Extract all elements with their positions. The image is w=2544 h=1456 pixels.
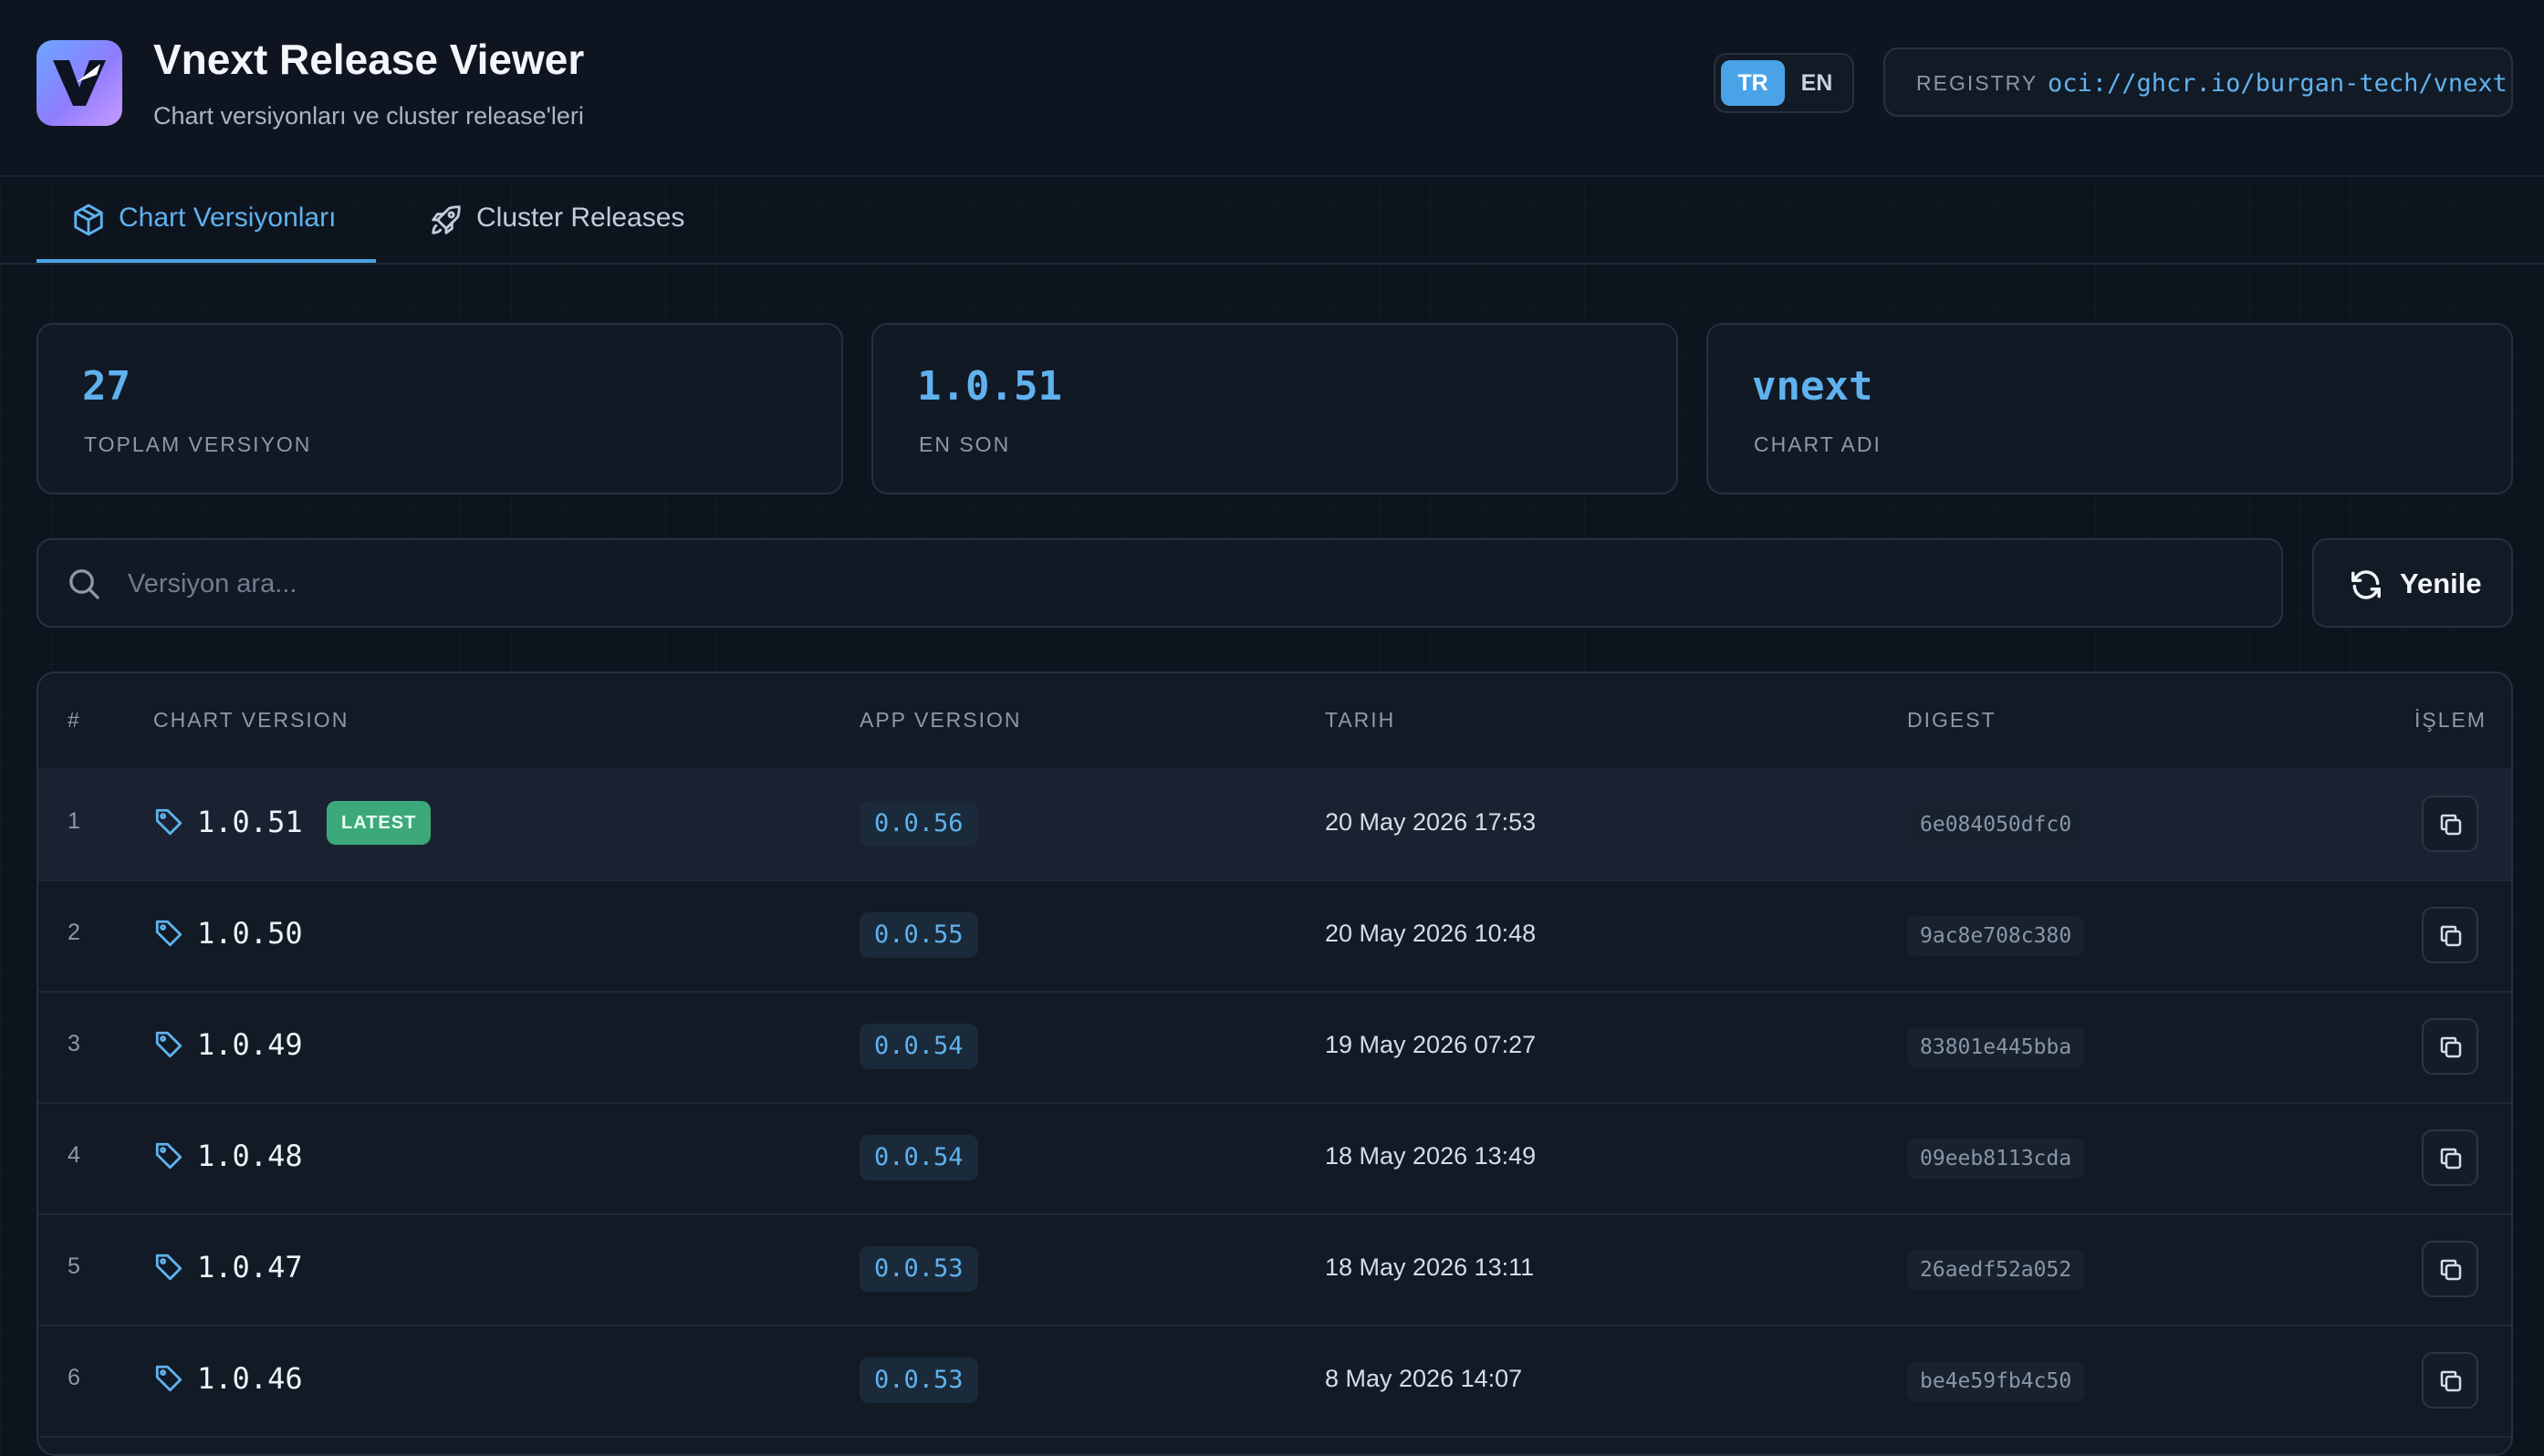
- column-header-chart-version: CHART VERSION: [153, 708, 349, 732]
- chart-version: 1.0.49: [197, 1027, 303, 1062]
- tab-label: Chart Versiyonları: [119, 203, 337, 233]
- chart-version: 1.0.48: [197, 1139, 303, 1173]
- digest: 6e084050dfc0: [1907, 805, 2085, 845]
- row-index: 5: [68, 1253, 80, 1279]
- tag-icon: [155, 1031, 182, 1058]
- column-header-app-version: APP VERSION: [860, 708, 1022, 732]
- copy-icon: [2440, 1370, 2462, 1392]
- row-index: 4: [68, 1142, 80, 1168]
- tab-chart-versions[interactable]: Chart Versiyonları: [36, 177, 376, 263]
- copy-button[interactable]: [2422, 1129, 2478, 1186]
- table-row[interactable]: 4 1.0.48 0.0.54 18 May 2026 13:49 09eeb8…: [38, 1102, 2511, 1215]
- tag-icon: [155, 1365, 182, 1392]
- table-row[interactable]: 2 1.0.50 0.0.55 20 May 2026 10:48 9ac8e7…: [38, 879, 2511, 993]
- lang-tr-button[interactable]: TR: [1721, 60, 1785, 106]
- digest: be4e59fb4c50: [1907, 1361, 2085, 1401]
- copy-icon: [2440, 1036, 2462, 1058]
- app-subtitle: Chart versiyonları ve cluster release'le…: [153, 102, 584, 130]
- row-index: 1: [68, 808, 80, 834]
- app-title: Vnext Release Viewer: [153, 36, 585, 83]
- app-version: 0.0.54: [860, 1024, 978, 1069]
- chart-version: 1.0.51: [197, 805, 303, 839]
- cube-icon: [74, 203, 103, 236]
- refresh-label: Yenile: [2400, 567, 2482, 599]
- release-date: 19 May 2026 07:27: [1325, 1031, 1537, 1058]
- registry-label: REGISTRY: [1916, 71, 2038, 95]
- app-header: Vnext Release Viewer Chart versiyonları …: [0, 0, 2544, 177]
- app-version: 0.0.55: [860, 912, 978, 958]
- column-header-index: #: [68, 708, 81, 732]
- table-row[interactable]: 5 1.0.47 0.0.53 18 May 2026 13:11 26aedf…: [38, 1213, 2511, 1326]
- copy-button[interactable]: [2422, 1352, 2478, 1409]
- tab-bar: Chart Versiyonları Cluster Releases: [0, 177, 2544, 265]
- stat-latest-version: 1.0.51 EN SON: [871, 323, 1678, 494]
- copy-button[interactable]: [2422, 907, 2478, 963]
- copy-icon: [2440, 1148, 2462, 1170]
- copy-icon: [2440, 1259, 2462, 1281]
- stat-value: 27: [82, 363, 130, 410]
- table-row[interactable]: 6 1.0.46 0.0.53 8 May 2026 14:07 be4e59f…: [38, 1325, 2511, 1438]
- row-index: 6: [68, 1365, 80, 1390]
- column-header-date: TARIH: [1325, 708, 1396, 732]
- rocket-icon: [432, 205, 461, 234]
- table-header: # CHART VERSION APP VERSION TARIH DIGEST…: [38, 673, 2511, 770]
- registry-box: REGISTRY oci://ghcr.io/burgan-tech/vnext: [1883, 47, 2513, 117]
- copy-button[interactable]: [2422, 1018, 2478, 1075]
- digest: 26aedf52a052: [1907, 1250, 2085, 1290]
- refresh-button[interactable]: Yenile: [2312, 538, 2513, 628]
- chart-version: 1.0.47: [197, 1250, 303, 1284]
- search-box: [36, 538, 2283, 628]
- digest: 09eeb8113cda: [1907, 1139, 2085, 1179]
- chart-version: 1.0.46: [197, 1361, 303, 1396]
- tag-icon: [155, 920, 182, 947]
- stat-label: CHART ADI: [1754, 432, 1882, 456]
- search-icon: [69, 569, 99, 599]
- versions-table: # CHART VERSION APP VERSION TARIH DIGEST…: [36, 671, 2513, 1456]
- release-date: 20 May 2026 10:48: [1325, 920, 1537, 947]
- copy-button[interactable]: [2422, 796, 2478, 852]
- row-index: 3: [68, 1031, 80, 1056]
- release-date: 8 May 2026 14:07: [1325, 1365, 1523, 1392]
- release-date: 18 May 2026 13:11: [1325, 1253, 1535, 1281]
- stat-total-versions: 27 TOPLAM VERSIYON: [36, 323, 843, 494]
- stat-value: 1.0.51: [917, 363, 1062, 410]
- table-row[interactable]: 3 1.0.49 0.0.54 19 May 2026 07:27 83801e…: [38, 991, 2511, 1104]
- digest: 9ac8e708c380: [1907, 916, 2085, 956]
- lang-en-button[interactable]: EN: [1785, 60, 1849, 106]
- tab-cluster-releases[interactable]: Cluster Releases: [394, 177, 723, 263]
- release-date: 18 May 2026 13:49: [1325, 1142, 1537, 1170]
- release-date: 20 May 2026 17:53: [1325, 808, 1537, 836]
- chart-version: 1.0.50: [197, 916, 303, 951]
- app-version: 0.0.56: [860, 801, 978, 847]
- column-header-digest: DIGEST: [1907, 708, 1997, 732]
- app-version: 0.0.53: [860, 1246, 978, 1292]
- copy-icon: [2440, 925, 2462, 947]
- tab-label: Cluster Releases: [476, 203, 685, 233]
- search-input[interactable]: [126, 560, 2228, 608]
- copy-button[interactable]: [2422, 1241, 2478, 1297]
- app-logo: [36, 40, 122, 126]
- language-switch: TR EN: [1714, 53, 1854, 113]
- latest-badge: LATEST: [327, 801, 432, 845]
- column-header-action: İŞLEM: [2414, 708, 2487, 732]
- stat-value: vnext: [1752, 363, 1873, 410]
- refresh-icon: [2351, 570, 2381, 599]
- stat-chart-name: vnext CHART ADI: [1706, 323, 2513, 494]
- digest: 83801e445bba: [1907, 1027, 2085, 1067]
- app-version: 0.0.54: [860, 1135, 978, 1180]
- tag-icon: [155, 808, 182, 836]
- table-row[interactable]: 1 1.0.51 LATEST 0.0.56 20 May 2026 17:53…: [38, 768, 2511, 881]
- row-index: 2: [68, 920, 80, 945]
- tag-icon: [155, 1142, 182, 1170]
- app-version: 0.0.53: [860, 1357, 978, 1403]
- stat-label: TOPLAM VERSIYON: [84, 432, 312, 456]
- stat-label: EN SON: [919, 432, 1011, 456]
- registry-url: oci://ghcr.io/burgan-tech/vnext: [2048, 69, 2508, 98]
- tag-icon: [155, 1253, 182, 1281]
- copy-icon: [2440, 814, 2462, 836]
